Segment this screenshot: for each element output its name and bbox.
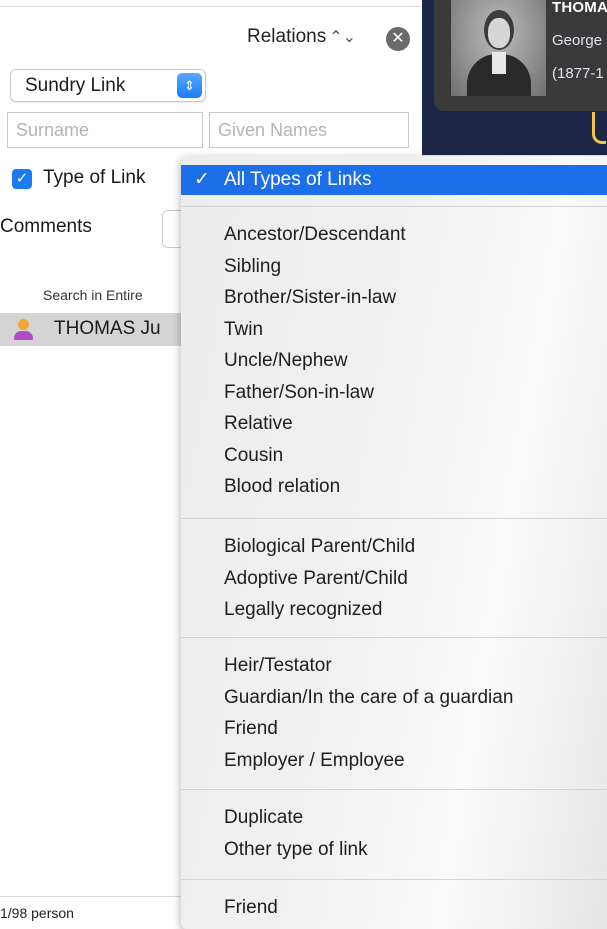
menu-separator <box>181 637 607 638</box>
menu-item[interactable]: Employer / Employee <box>224 750 405 772</box>
surname-field[interactable] <box>7 112 203 148</box>
menu-item-label: All Types of Links <box>224 169 372 190</box>
surname-input[interactable] <box>8 113 202 147</box>
checkmark-icon: ✓ <box>15 170 29 187</box>
menu-item[interactable]: Heir/Testator <box>224 655 332 677</box>
person-icon <box>13 319 33 341</box>
menu-item[interactable]: Sibling <box>224 256 281 278</box>
stepper-icon: ⇕ <box>177 73 202 98</box>
menu-item[interactable]: Friend <box>224 897 278 919</box>
result-name: THOMAS Ju <box>54 318 161 339</box>
given-names-field[interactable] <box>209 112 409 148</box>
portrait-photo <box>451 0 546 96</box>
menu-item[interactable]: Relative <box>224 413 293 435</box>
menu-item[interactable]: Uncle/Nephew <box>224 350 348 372</box>
given-names-input[interactable] <box>210 113 408 147</box>
link-kind-value: Sundry Link <box>25 75 126 96</box>
search-entire-label: Search in Entire <box>43 287 143 303</box>
menu-item[interactable]: Blood relation <box>224 476 340 498</box>
menu-item[interactable]: Duplicate <box>224 807 303 829</box>
up-down-chevron-icon: ⌃⌄ <box>329 29 357 46</box>
menu-separator <box>181 518 607 519</box>
link-kind-select[interactable]: Sundry Link ⇕ <box>10 69 206 102</box>
type-of-link-checkbox[interactable]: ✓ <box>12 169 32 189</box>
person-card[interactable]: THOMA George (1877-1 <box>434 0 607 111</box>
menu-item[interactable]: Adoptive Parent/Child <box>224 568 408 590</box>
menu-item[interactable]: Brother/Sister-in-law <box>224 287 396 309</box>
card-given-name: George <box>552 32 603 49</box>
menu-item[interactable]: Twin <box>224 319 263 341</box>
menu-item[interactable]: Other type of link <box>224 839 368 861</box>
comments-label: Comments <box>0 216 92 237</box>
close-icon: ✕ <box>391 30 405 47</box>
menu-item[interactable]: Cousin <box>224 445 283 467</box>
type-of-link-label: Type of Link <box>43 167 146 188</box>
relations-title: Relations <box>247 26 327 47</box>
relations-sort-header[interactable]: Relations ⌃⌄ <box>247 26 356 48</box>
footer-count: 1/98 person <box>0 905 74 921</box>
link-type-dropdown-menu: ✓ All Types of Links Ancestor/Descendant… <box>181 156 607 929</box>
checkmark-icon: ✓ <box>194 169 210 190</box>
menu-item[interactable]: Biological Parent/Child <box>224 536 415 558</box>
card-dates: (1877-1 <box>552 65 604 82</box>
menu-separator <box>181 789 607 790</box>
card-surname: THOMA <box>552 0 607 16</box>
menu-item[interactable]: Friend <box>224 718 278 740</box>
menu-item-selected[interactable]: ✓ All Types of Links <box>181 165 607 195</box>
tree-connector-line <box>592 112 606 144</box>
menu-item[interactable]: Ancestor/Descendant <box>224 224 406 246</box>
panel-top-divider <box>0 6 422 7</box>
menu-item[interactable]: Legally recognized <box>224 599 382 621</box>
menu-separator <box>181 206 607 207</box>
person-card-area: THOMA George (1877-1 <box>422 0 607 155</box>
menu-separator <box>181 879 607 880</box>
menu-item[interactable]: Guardian/In the care of a guardian <box>224 687 513 709</box>
menu-item[interactable]: Father/Son-in-law <box>224 382 374 404</box>
close-button[interactable]: ✕ <box>386 27 410 51</box>
